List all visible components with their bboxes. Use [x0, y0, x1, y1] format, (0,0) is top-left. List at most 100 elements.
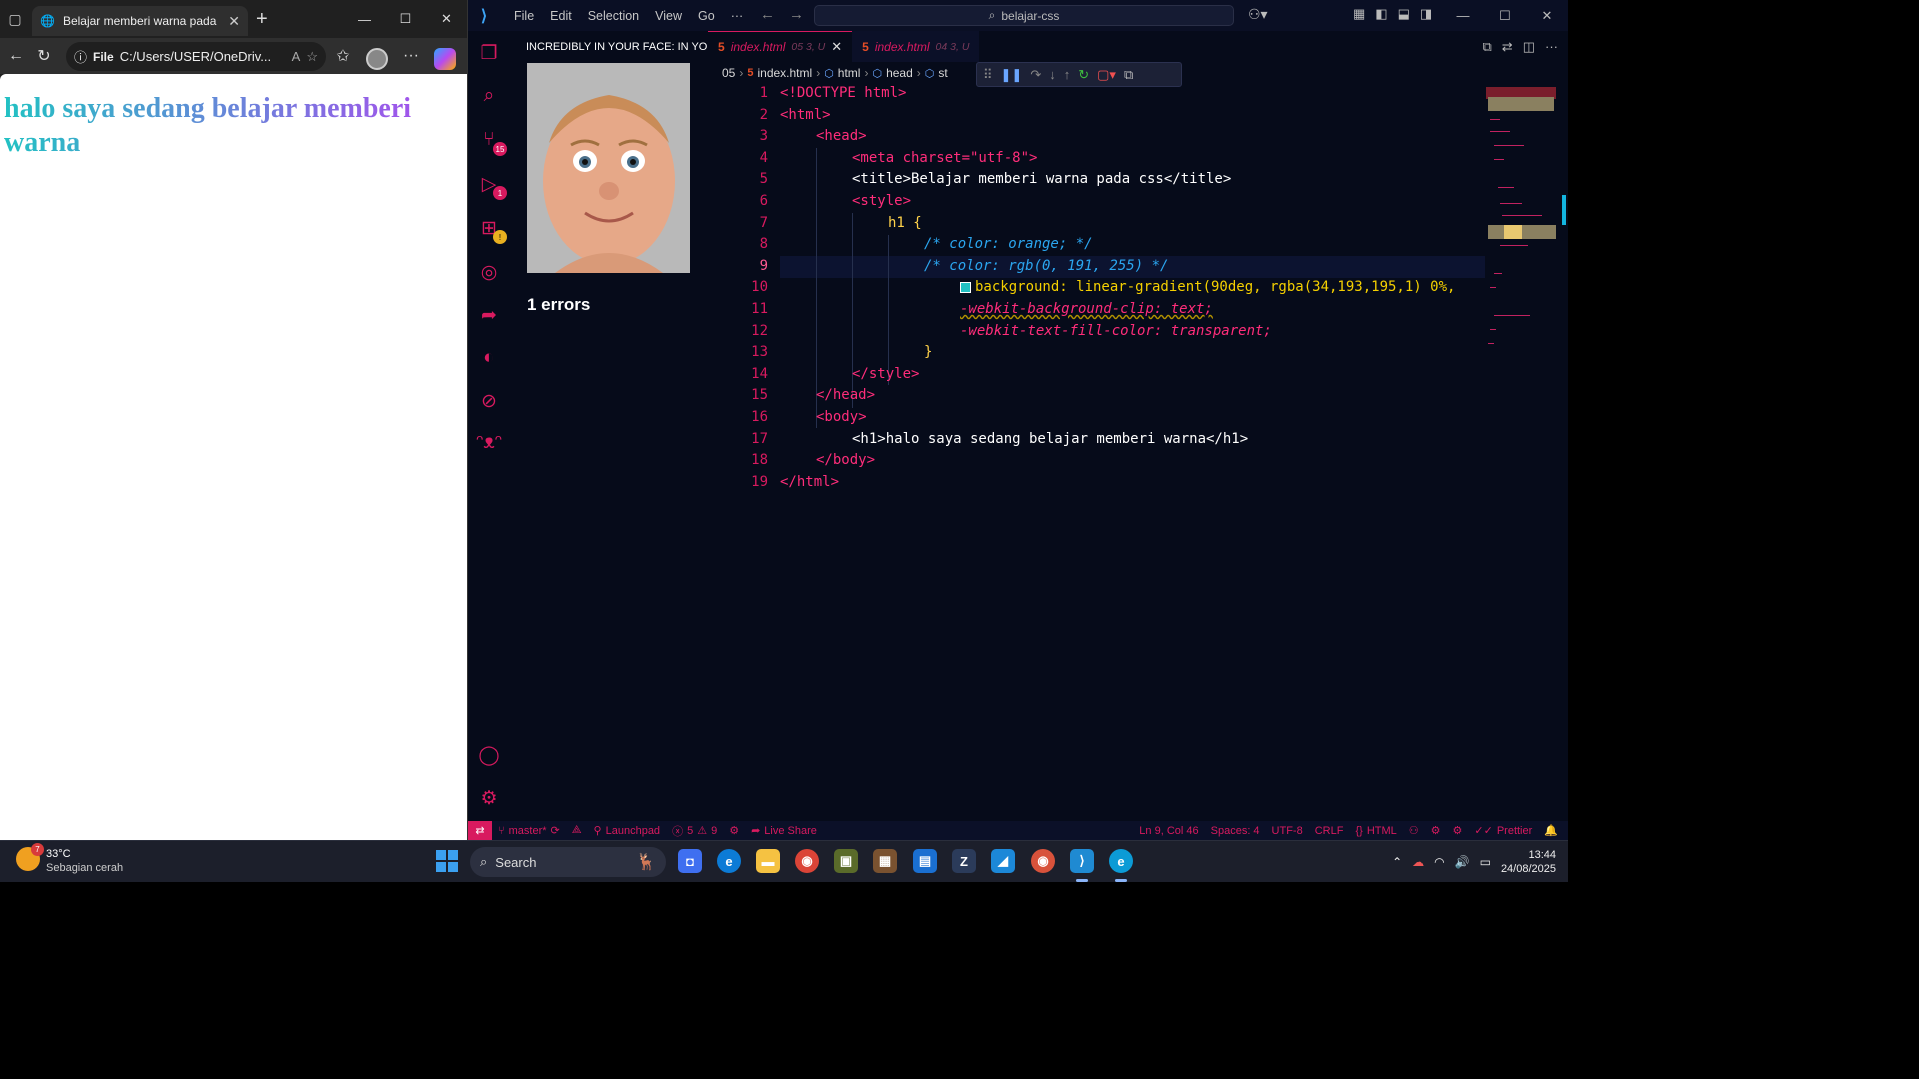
toggle-panel-icon[interactable]: ⬓ [1398, 6, 1410, 22]
scrollbar[interactable] [1562, 195, 1566, 225]
more-actions-icon[interactable]: ··· [1545, 39, 1558, 55]
close-window-icon[interactable]: ✕ [1526, 0, 1568, 31]
notifications-bell-icon[interactable]: 🔔 [1538, 824, 1564, 837]
menu-more[interactable]: ··· [723, 9, 752, 23]
package-app-icon[interactable]: ▣ [834, 849, 858, 873]
minimize-icon[interactable]: — [344, 0, 385, 38]
nav-forward-icon[interactable]: → [789, 6, 804, 23]
minecraft-app-icon[interactable]: ▦ [873, 849, 897, 873]
profile-button[interactable] [361, 40, 393, 72]
store-app-icon[interactable]: ▤ [913, 849, 937, 873]
breadcrumb-head[interactable]: head [886, 66, 913, 80]
chrome-profile-app-icon[interactable]: ◉ [1031, 849, 1055, 873]
copilot-chat-icon[interactable]: ⚇▾ [1248, 6, 1268, 23]
refresh-icon[interactable]: ↻ [28, 40, 60, 72]
tab-actions-icon[interactable]: ▢ [0, 11, 30, 28]
breadcrumb-style[interactable]: st [938, 66, 947, 80]
indentation[interactable]: Spaces: 4 [1205, 825, 1266, 837]
close-tab-icon[interactable]: ✕ [831, 39, 842, 55]
wifi-icon[interactable]: ◠ [1434, 855, 1444, 869]
menu-selection[interactable]: Selection [580, 9, 647, 23]
toggle-secondary-sidebar-icon[interactable]: ◨ [1420, 6, 1432, 22]
extensions-icon[interactable]: ⊞! [475, 214, 507, 244]
compare-changes-icon[interactable]: ⇄ [1502, 39, 1513, 55]
maximize-icon[interactable]: ☐ [1484, 0, 1526, 31]
command-center[interactable]: ⌕ belajar-css [814, 5, 1234, 26]
cursor-position[interactable]: Ln 9, Col 46 [1133, 825, 1204, 837]
drag-handle-icon[interactable]: ⠿ [983, 67, 993, 83]
start-button[interactable] [436, 850, 458, 872]
explorer-icon[interactable]: ❐ [475, 39, 503, 67]
liveshare-status[interactable]: ➦ Live Share [745, 824, 823, 838]
more-icon[interactable]: ··· [395, 40, 427, 72]
remote-indicator-icon[interactable]: ⇄ [468, 821, 492, 840]
chevron-up-icon[interactable]: ⌃ [1392, 855, 1402, 869]
favorite-star-icon[interactable]: ☆ [306, 49, 318, 65]
step-out-icon[interactable]: ↑ [1064, 67, 1071, 82]
edge-app-icon[interactable]: e [717, 849, 741, 873]
debug-status[interactable]: ⚙ [723, 824, 745, 837]
info-icon[interactable]: ⓘ [74, 47, 87, 66]
favorites-icon[interactable]: ✩ [327, 40, 359, 72]
split-editor-icon[interactable]: ◫ [1523, 39, 1535, 55]
close-window-icon[interactable]: ✕ [426, 0, 467, 38]
copilot-status-icon[interactable]: ⚇ [1403, 824, 1425, 837]
minimap[interactable] [1486, 83, 1566, 823]
tab-index-html[interactable]: 5 index.html 04 3, U [852, 31, 980, 62]
tab-index-html-active[interactable]: 5 index.html 05 3, U ✕ [708, 31, 853, 62]
breadcrumb-html[interactable]: html [838, 66, 861, 80]
taskbar-search[interactable]: ⌕ Search 🦌 [470, 847, 666, 877]
language-mode[interactable]: {} HTML [1349, 825, 1402, 837]
branch-status[interactable]: ⑂ master* ⟳ [492, 824, 566, 838]
publish-status[interactable]: ⟁ [566, 824, 588, 837]
step-over-icon[interactable]: ↷ [1030, 67, 1041, 83]
toggle-sidebar-icon[interactable]: ◧ [1375, 6, 1387, 22]
prettier-status[interactable]: ✓✓ Prettier [1468, 824, 1538, 838]
onedrive-error-icon[interactable]: ☁ [1412, 855, 1424, 869]
settings-gear-icon[interactable]: ⚙ [475, 784, 503, 812]
read-aloud-icon[interactable]: A [292, 49, 301, 64]
menu-view[interactable]: View [647, 9, 690, 23]
search-icon[interactable]: ⌕ [475, 82, 503, 110]
customize-layout-icon[interactable]: ▦ [1353, 6, 1365, 22]
step-into-icon[interactable]: ↓ [1049, 67, 1056, 82]
browser-tab[interactable]: 🌐 Belajar memberi warna pada css ✕ [32, 6, 248, 36]
chrome-app-icon[interactable]: ◉ [795, 849, 819, 873]
weather-widget[interactable]: 7 33°C Sebagian cerah [16, 843, 123, 875]
inspect-icon[interactable]: ⧉ [1124, 67, 1133, 83]
pause-icon[interactable]: ❚❚ [1001, 67, 1023, 83]
remote-explorer-icon[interactable]: ◎ [475, 258, 503, 286]
live-share-icon[interactable]: ➦ [475, 301, 503, 329]
color-swatch[interactable] [960, 281, 971, 293]
stop-icon[interactable]: ▢▾ [1097, 67, 1116, 83]
source-control-icon[interactable]: ⑂ 15 [475, 126, 507, 156]
edge-active-app-icon[interactable]: e [1109, 849, 1133, 873]
copilot-app-icon[interactable]: ◘ [678, 849, 702, 873]
copilot-icon[interactable]: ᵔᴥᵔ [475, 429, 503, 457]
nav-back-icon[interactable]: ← [760, 6, 775, 23]
paint-app-icon[interactable]: ◢ [991, 849, 1015, 873]
restart-icon[interactable]: ↻ [1078, 67, 1089, 83]
accounts-icon[interactable]: ◯ [475, 741, 503, 769]
menu-file[interactable]: File [506, 9, 542, 23]
extension-status-icon[interactable]: ⚙ [1425, 824, 1447, 837]
terminal-app-icon[interactable]: Z [952, 849, 976, 873]
address-bar[interactable]: ⓘ File C:/Users/USER/OneDriv... A ☆ [66, 42, 326, 71]
new-tab-button[interactable]: + [256, 9, 268, 29]
line-ending[interactable]: CRLF [1309, 825, 1350, 837]
maximize-icon[interactable]: ☐ [385, 0, 426, 38]
breadcrumb-folder[interactable]: 05 [722, 66, 735, 80]
menu-go[interactable]: Go [690, 9, 723, 23]
close-tab-icon[interactable]: ✕ [228, 13, 240, 30]
run-debug-icon[interactable]: ▷ 1 [475, 170, 507, 200]
copilot-button[interactable] [429, 40, 461, 72]
battery-icon[interactable]: ▭ [1480, 855, 1491, 869]
extension-status-icon-2[interactable]: ⚙ [1447, 824, 1469, 837]
launchpad-status[interactable]: ⚲ Launchpad [588, 824, 667, 838]
open-preview-icon[interactable]: ⧉ [1483, 39, 1492, 55]
encoding[interactable]: UTF-8 [1266, 825, 1309, 837]
edge-tools-icon[interactable]: ◐ [475, 344, 503, 372]
menu-edit[interactable]: Edit [542, 9, 580, 23]
git-graph-icon[interactable]: ⊘ [475, 387, 503, 415]
file-explorer-icon[interactable]: ▬ [756, 849, 780, 873]
